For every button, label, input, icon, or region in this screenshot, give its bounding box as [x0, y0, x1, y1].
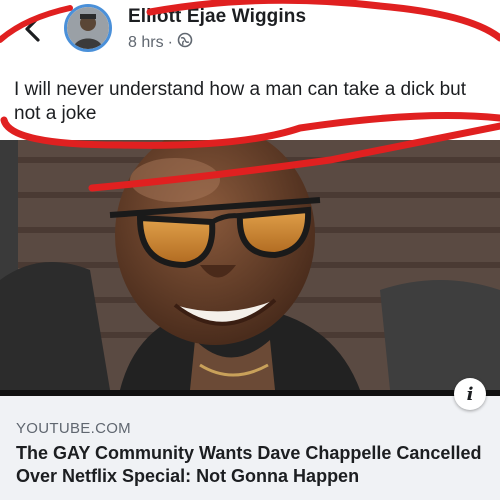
back-chevron-icon[interactable]: [18, 12, 48, 46]
timestamp[interactable]: 8 hrs: [128, 34, 164, 52]
link-preview-card[interactable]: i YOUTUBE.COM The GAY Community Wants Da…: [0, 378, 500, 500]
post-meta: 8 hrs ·: [128, 32, 193, 53]
author-avatar[interactable]: [64, 4, 112, 52]
post-photo[interactable]: [0, 140, 500, 390]
author-name[interactable]: Elliott Ejae Wiggins: [128, 6, 306, 28]
link-title[interactable]: The GAY Community Wants Dave Chappelle C…: [16, 442, 486, 488]
post-header: Elliott Ejae Wiggins 8 hrs ·: [0, 0, 500, 62]
globe-icon: [177, 32, 193, 53]
separator: ·: [167, 33, 173, 51]
post-text: I will never understand how a man can ta…: [14, 79, 467, 124]
link-domain: YOUTUBE.COM: [16, 420, 131, 437]
info-icon[interactable]: i: [454, 378, 486, 410]
